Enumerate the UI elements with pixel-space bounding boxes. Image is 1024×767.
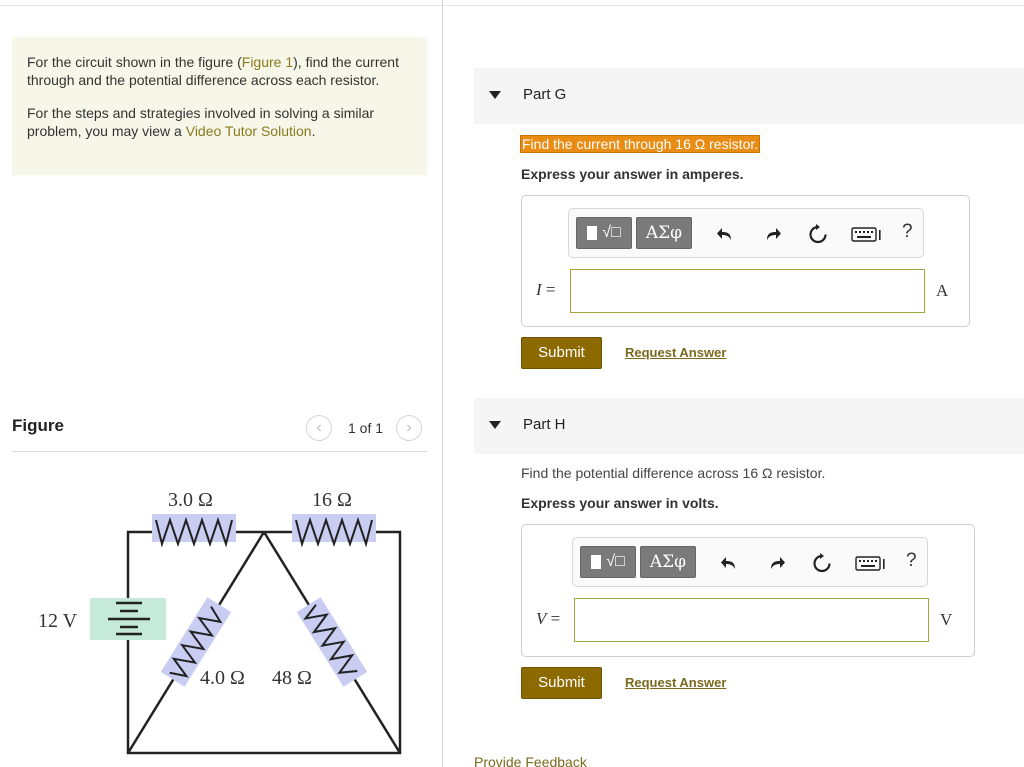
part-h-answer-box: √□ ΑΣφ ? V = V [521, 524, 975, 657]
help-button[interactable]: ? [906, 550, 917, 572]
math-toolbar: √□ ΑΣφ ? [572, 537, 928, 587]
pager-text: 1 of 1 [348, 420, 384, 436]
equals-sign: = [545, 280, 556, 299]
problem-intro: For the circuit shown in the figure (Fig… [12, 37, 427, 175]
voltage-answer-input[interactable] [574, 598, 929, 642]
keyboard-icon[interactable] [851, 223, 883, 245]
part-h-question: Find the potential difference across 16 … [521, 465, 826, 481]
chevron-left-icon: ‹ [316, 419, 322, 436]
equals-sign: = [550, 609, 561, 628]
intro-paragraph-2: For the steps and strategies involved in… [27, 104, 412, 140]
part-g-header[interactable]: Part G [474, 68, 1024, 124]
part-title: Part H [523, 416, 566, 433]
part-h-submit-button[interactable]: Submit [521, 667, 602, 699]
part-g-submit-button[interactable]: Submit [521, 337, 602, 369]
provide-feedback-link[interactable]: Provide Feedback [474, 754, 587, 767]
figure-rule [12, 451, 427, 452]
reset-icon[interactable] [807, 223, 829, 245]
unit-label: V [940, 610, 953, 629]
templates-label: √□ [602, 224, 621, 241]
intro-text: For the circuit shown in the figure ( [27, 54, 242, 70]
resistor-3ohm [152, 514, 236, 548]
part-title: Part G [523, 86, 567, 103]
circuit-wires [126, 530, 402, 755]
part-g-request-answer-link[interactable]: Request Answer [625, 345, 726, 360]
answer-variable-label: I = [536, 280, 556, 300]
prev-figure-button[interactable]: ‹ [306, 415, 332, 441]
circuit-diagram: 3.0 Ω 16 Ω 4.0 Ω 48 Ω 12 V [38, 489, 402, 755]
undo-icon[interactable] [715, 223, 737, 245]
variable-symbol: I [536, 280, 542, 299]
intro-paragraph-1: For the circuit shown in the figure (Fig… [27, 53, 412, 89]
current-answer-input[interactable] [570, 269, 925, 313]
video-tutor-link[interactable]: Video Tutor Solution [186, 123, 312, 139]
label-r3: 4.0 Ω [200, 667, 245, 689]
unit-label: A [936, 281, 949, 300]
figure-title: Figure [12, 416, 64, 435]
chevron-right-icon: › [406, 419, 412, 436]
figure-link[interactable]: Figure 1 [242, 54, 293, 70]
redo-icon[interactable] [765, 552, 787, 574]
collapse-triangle-icon [489, 421, 501, 429]
help-button[interactable]: ? [902, 221, 913, 243]
part-h-instruction: Express your answer in volts. [521, 495, 719, 511]
greek-symbols-button[interactable]: ΑΣφ [640, 546, 696, 578]
part-h-request-answer-link[interactable]: Request Answer [625, 675, 726, 690]
math-toolbar: √□ ΑΣφ ? [568, 208, 924, 258]
greek-label: ΑΣφ [649, 552, 687, 572]
resistor-16ohm [292, 514, 376, 548]
templates-button[interactable]: √□ [576, 217, 632, 249]
figure-pager: ‹ 1 of 1 › [306, 415, 423, 441]
battery-12v [90, 598, 166, 640]
templates-label: √□ [606, 553, 625, 570]
column-divider [442, 0, 443, 767]
label-battery: 12 V [38, 610, 78, 632]
next-figure-button[interactable]: › [396, 415, 423, 441]
reset-icon[interactable] [811, 552, 833, 574]
variable-symbol: V [536, 609, 547, 628]
templates-button[interactable]: √□ [580, 546, 636, 578]
answer-variable-label: V = [536, 609, 560, 629]
label-r1: 3.0 Ω [168, 489, 213, 511]
intro-text: . [311, 123, 316, 139]
label-r2: 16 Ω [312, 489, 352, 511]
part-h-header[interactable]: Part H [474, 398, 1024, 454]
greek-label: ΑΣφ [645, 223, 683, 243]
collapse-triangle-icon [489, 91, 501, 99]
part-g-answer-box: √□ ΑΣφ ? I = A [521, 195, 970, 327]
redo-icon[interactable] [761, 223, 783, 245]
top-rule [0, 5, 1024, 6]
keyboard-icon[interactable] [855, 552, 887, 574]
undo-icon[interactable] [719, 552, 741, 574]
greek-symbols-button[interactable]: ΑΣφ [636, 217, 692, 249]
part-g-question: Find the current through 16 Ω resistor. [519, 135, 761, 153]
part-g-instruction: Express your answer in amperes. [521, 166, 744, 182]
label-r4: 48 Ω [272, 667, 312, 689]
